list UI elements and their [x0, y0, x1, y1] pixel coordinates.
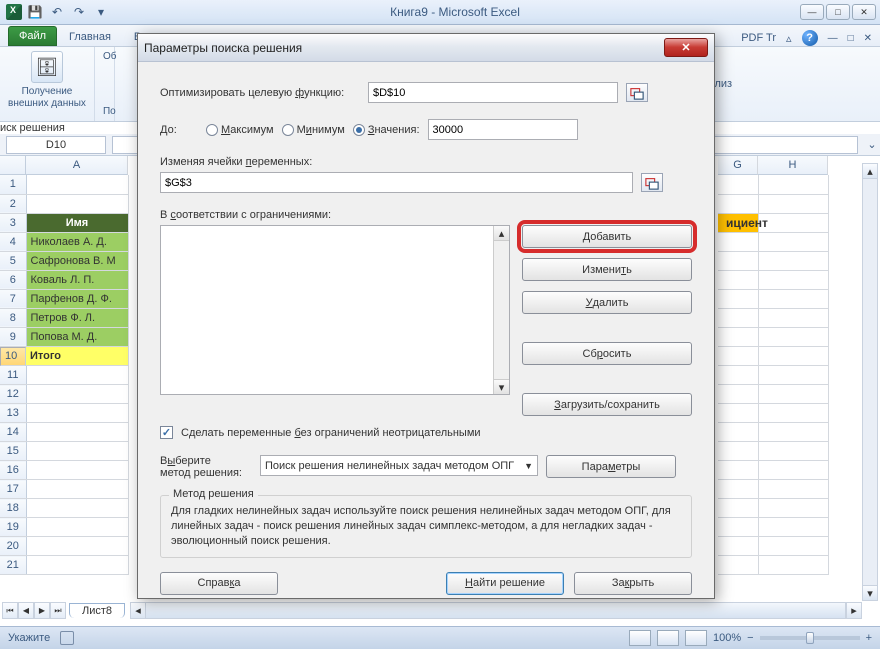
status-mode: Укажите: [8, 632, 50, 644]
cell-a10-total[interactable]: Итого: [26, 346, 128, 366]
get-external-data-button[interactable]: 🗄 Получение внешних данных: [8, 51, 86, 109]
excel-icon: [6, 4, 22, 20]
truncated-header-text: ициент: [726, 216, 768, 230]
nonneg-checkbox[interactable]: ✓: [160, 426, 173, 439]
cell-a4[interactable]: Николаев А. Д.: [26, 232, 128, 251]
save-icon[interactable]: 💾: [26, 3, 44, 21]
window-title: Книга9 - Microsoft Excel: [110, 5, 800, 19]
cell-a8[interactable]: Петров Ф. Л.: [26, 308, 128, 327]
cell-a9[interactable]: Попова М. Д.: [26, 327, 128, 346]
chevron-down-icon: ▼: [524, 461, 533, 471]
title-bar: 💾 ↶ ↷ ▾ Книга9 - Microsoft Excel — □ ✕: [0, 0, 880, 25]
collapse-ref-icon: [630, 86, 644, 100]
close-button[interactable]: Закрыть: [574, 572, 692, 595]
method-select[interactable]: Поиск решения нелинейных задач методом О…: [260, 455, 538, 476]
doc-minimize-icon[interactable]: —: [828, 33, 838, 44]
cell-header-name[interactable]: Имя: [26, 213, 128, 232]
database-icon: 🗄: [31, 51, 63, 83]
zoom-in-icon[interactable]: +: [866, 632, 872, 644]
list-scroll-down-icon[interactable]: ▾: [494, 379, 509, 394]
load-save-button[interactable]: Загрузить/сохранить: [522, 393, 692, 416]
ribbon-min-icon[interactable]: ▵: [786, 32, 792, 45]
dialog-close-button[interactable]: ✕: [664, 38, 708, 57]
view-normal-icon[interactable]: [629, 630, 651, 646]
edit-constraint-button[interactable]: Изменить: [522, 258, 692, 281]
delete-constraint-button[interactable]: Удалить: [522, 291, 692, 314]
col-header-g[interactable]: G: [718, 156, 758, 175]
minimize-button[interactable]: —: [800, 4, 824, 20]
radio-value[interactable]: Значения:: [353, 124, 420, 136]
sheet-nav-next-icon[interactable]: ▶: [34, 602, 50, 619]
view-pagelayout-icon[interactable]: [657, 630, 679, 646]
close-window-button[interactable]: ✕: [852, 4, 876, 20]
sheet-tab-bar: ⏮ ◀ ▶ ⏭ Лист8: [2, 602, 125, 619]
constraints-listbox[interactable]: ▴ ▾: [160, 225, 510, 395]
solve-button[interactable]: Найти решение: [446, 572, 564, 595]
maximize-button[interactable]: □: [826, 4, 850, 20]
changing-cells-input[interactable]: [160, 172, 633, 193]
parameters-button[interactable]: Параметры: [546, 455, 676, 478]
name-box[interactable]: D10: [6, 136, 106, 154]
formula-expand-icon[interactable]: ⌄: [864, 138, 880, 151]
to-label: До:: [160, 124, 198, 136]
select-all-corner[interactable]: [0, 156, 26, 175]
objective-input[interactable]: [368, 82, 618, 103]
sheet-nav-prev-icon[interactable]: ◀: [18, 602, 34, 619]
constraints-label: В соответствии с ограничениями:: [160, 209, 692, 221]
dialog-title: Параметры поиска решения: [144, 41, 302, 55]
sheet-tab[interactable]: Лист8: [69, 603, 125, 618]
objective-label: Оптимизировать целевую функцию:: [160, 87, 360, 99]
undo-icon[interactable]: ↶: [48, 3, 66, 21]
scroll-up-icon[interactable]: ▴: [863, 164, 877, 179]
doc-close-icon[interactable]: ✕: [864, 33, 872, 44]
method-label: Выберите метод решения:: [160, 455, 252, 479]
help-icon[interactable]: ?: [802, 30, 818, 46]
vertical-scrollbar[interactable]: ▴ ▾: [862, 163, 878, 601]
cell-a6[interactable]: Коваль Л. П.: [26, 270, 128, 289]
status-bar: Укажите 100% − +: [0, 626, 880, 649]
dialog-titlebar[interactable]: Параметры поиска решения ✕: [138, 34, 714, 62]
method-description-box: Метод решения Для гладких нелинейных зад…: [160, 495, 692, 558]
method-box-legend: Метод решения: [169, 488, 258, 500]
add-constraint-button[interactable]: Добавить: [522, 225, 692, 248]
sheet-nav-first-icon[interactable]: ⏮: [2, 602, 18, 619]
nonneg-label: Сделать переменные без ограничений неотр…: [181, 427, 481, 439]
tab-pdf[interactable]: PDF Tr: [741, 32, 776, 44]
value-input[interactable]: [428, 119, 578, 140]
qat-dropdown-icon[interactable]: ▾: [92, 3, 110, 21]
zoom-out-icon[interactable]: −: [747, 632, 753, 644]
list-scroll-up-icon[interactable]: ▴: [494, 226, 509, 241]
tab-home[interactable]: Главная: [58, 27, 122, 46]
objective-ref-button[interactable]: [626, 83, 648, 102]
col-header-a[interactable]: A: [26, 156, 128, 175]
collapse-ref-icon: [645, 176, 659, 190]
cell-a5[interactable]: Сафронова В. М: [26, 251, 128, 270]
redo-icon[interactable]: ↷: [70, 3, 88, 21]
solver-dialog: Параметры поиска решения ✕ Оптимизироват…: [137, 33, 715, 599]
col-header-h[interactable]: H: [758, 156, 828, 175]
radio-min[interactable]: Минимум: [282, 124, 345, 136]
scroll-down-icon[interactable]: ▾: [863, 585, 877, 600]
method-description-text: Для гладких нелинейных задач используйте…: [171, 504, 681, 549]
macro-record-icon[interactable]: [60, 631, 74, 645]
doc-restore-icon[interactable]: □: [848, 33, 854, 44]
tab-file[interactable]: Файл: [8, 26, 57, 46]
zoom-level[interactable]: 100%: [713, 632, 741, 644]
help-button[interactable]: Справка: [160, 572, 278, 595]
reset-button[interactable]: Сбросить: [522, 342, 692, 365]
changing-cells-label: Изменяя ячейки переменных:: [160, 156, 692, 168]
sheet-nav-last-icon[interactable]: ⏭: [50, 602, 66, 619]
view-pagebreak-icon[interactable]: [685, 630, 707, 646]
radio-max[interactable]: Максимум: [206, 124, 274, 136]
changing-cells-ref-button[interactable]: [641, 173, 663, 192]
scroll-right-icon[interactable]: ▸: [846, 603, 861, 618]
listbox-scrollbar[interactable]: ▴ ▾: [493, 226, 509, 394]
zoom-slider[interactable]: [760, 636, 860, 640]
cell-a7[interactable]: Парфенов Д. Ф.: [26, 289, 128, 308]
quick-access-toolbar: 💾 ↶ ↷ ▾: [0, 3, 110, 21]
